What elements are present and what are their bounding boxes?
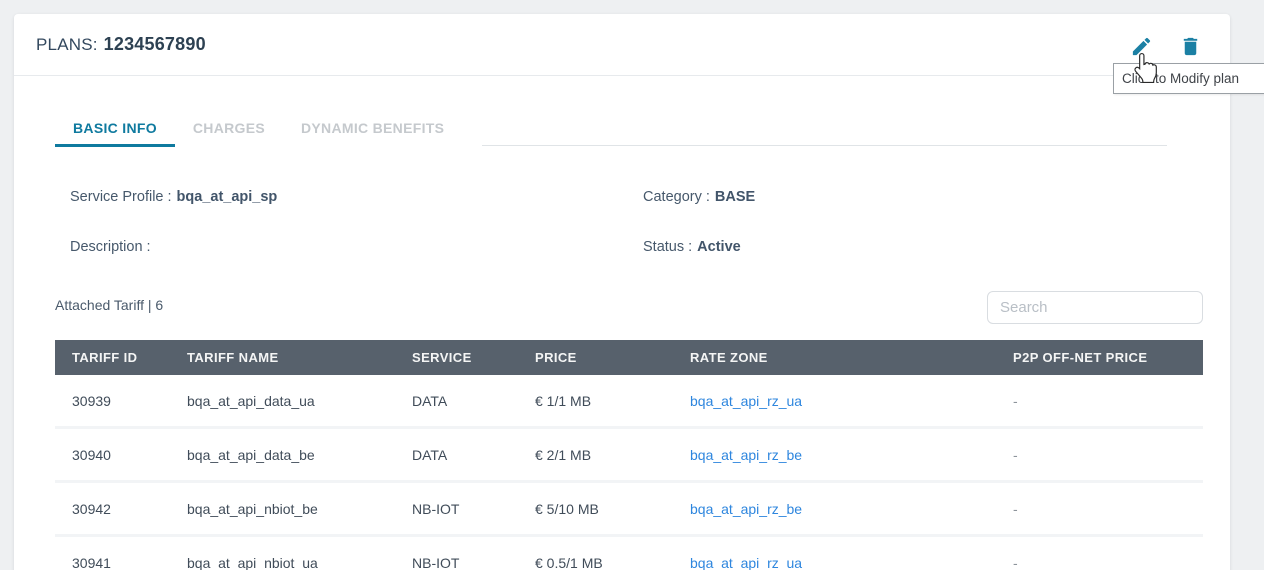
page-title: PLANS: 1234567890 (36, 34, 206, 55)
price-cell: € 5/10 MB (535, 501, 599, 517)
rate-zone-link[interactable]: bqa_at_api_rz_be (690, 501, 802, 517)
service-cell: NB-IOT (412, 555, 459, 570)
page-title-label: PLANS: (36, 35, 98, 54)
table-row: 30942 bqa_at_api_nbiot_be NB-IOT € 5/10 MB b… (55, 483, 1203, 537)
service-cell: DATA (412, 393, 447, 409)
search-input[interactable] (987, 291, 1203, 324)
column-header-price: PRICE (535, 350, 690, 365)
tariff-id-cell: 30941 (72, 555, 111, 570)
description-field: Description : (70, 239, 156, 255)
p2p-off-net-price-cell: - (1013, 555, 1018, 570)
service-cell: NB-IOT (412, 501, 459, 517)
service-profile-label: Service Profile : (70, 189, 172, 205)
category-field: Category : BASE (643, 189, 755, 205)
service-cell: DATA (412, 447, 447, 463)
status-field: Status : Active (643, 239, 741, 255)
status-value: Active (697, 239, 741, 255)
tab-charges[interactable]: CHARGES (175, 111, 283, 147)
p2p-off-net-price-cell: - (1013, 501, 1018, 517)
column-header-tariff-name: TARIFF NAME (187, 350, 412, 365)
column-header-tariff-id: TARIFF ID (72, 350, 187, 365)
edit-tooltip: Click to Modify plan (1113, 63, 1264, 94)
card-header: PLANS: 1234567890 (14, 14, 1230, 75)
p2p-off-net-price-cell: - (1013, 393, 1018, 409)
tariff-table-body: 30939 bqa_at_api_data_ua DATA € 1/1 MB bqa_a… (55, 375, 1203, 570)
tariff-name-cell: bqa_at_api_data_be (187, 447, 315, 463)
delete-plan-button[interactable] (1176, 32, 1204, 60)
table-row: 30941 bqa_at_api_nbiot_ua NB-IOT € 0.5/1 MB… (55, 537, 1203, 570)
p2p-off-net-price-cell: - (1013, 447, 1018, 463)
detail-row-2: Description : Status : Active (14, 239, 1230, 261)
service-profile-value: bqa_at_api_sp (177, 189, 278, 205)
modify-plan-button[interactable] (1127, 32, 1155, 60)
plan-id-value: 1234567890 (104, 34, 206, 54)
tab-bar-baseline (482, 145, 1167, 146)
trash-icon (1179, 35, 1202, 58)
tariff-id-cell: 30942 (72, 501, 111, 517)
rate-zone-link[interactable]: bqa_at_api_rz_be (690, 447, 802, 463)
tariff-name-cell: bqa_at_api_nbiot_be (187, 501, 318, 517)
rate-zone-link[interactable]: bqa_at_api_rz_ua (690, 393, 802, 409)
price-cell: € 1/1 MB (535, 393, 591, 409)
category-value: BASE (715, 189, 755, 205)
tariff-table-header: TARIFF ID TARIFF NAME SERVICE PRICE RATE… (55, 340, 1203, 375)
tab-basic-info[interactable]: BASIC INFO (55, 111, 175, 147)
tariff-id-cell: 30940 (72, 447, 111, 463)
table-row: 30939 bqa_at_api_data_ua DATA € 1/1 MB bqa_a… (55, 375, 1203, 429)
column-header-rate-zone: RATE ZONE (690, 350, 1013, 365)
pencil-icon (1130, 35, 1153, 58)
detail-row-1: Service Profile : bqa_at_api_sp Category … (14, 189, 1230, 211)
rate-zone-link[interactable]: bqa_at_api_rz_ua (690, 555, 802, 570)
status-label: Status : (643, 239, 692, 255)
table-row: 30940 bqa_at_api_data_be DATA € 2/1 MB bqa_a… (55, 429, 1203, 483)
service-profile-field: Service Profile : bqa_at_api_sp (70, 189, 277, 205)
column-header-p2p-off-net-price: P2P OFF-NET PRICE (1013, 350, 1203, 365)
page: { "header": { "title_label": "PLANS:", "… (0, 0, 1264, 570)
header-divider (14, 75, 1230, 76)
category-label: Category : (643, 189, 710, 205)
tariff-table: TARIFF ID TARIFF NAME SERVICE PRICE RATE… (55, 340, 1203, 570)
price-cell: € 2/1 MB (535, 447, 591, 463)
attached-tariff-count: Attached Tariff | 6 (55, 297, 163, 313)
price-cell: € 0.5/1 MB (535, 555, 603, 570)
tariff-id-cell: 30939 (72, 393, 111, 409)
tariff-name-cell: bqa_at_api_data_ua (187, 393, 315, 409)
description-label: Description : (70, 239, 151, 255)
plan-detail-card: PLANS: 1234567890 BASIC INFO CHARGES DYNA… (14, 14, 1230, 570)
tab-dynamic-benefits[interactable]: DYNAMIC BENEFITS (283, 111, 462, 147)
tariff-name-cell: bqa_at_api_nbiot_ua (187, 555, 318, 570)
column-header-service: SERVICE (412, 350, 535, 365)
tab-bar: BASIC INFO CHARGES DYNAMIC BENEFITS (55, 111, 462, 147)
